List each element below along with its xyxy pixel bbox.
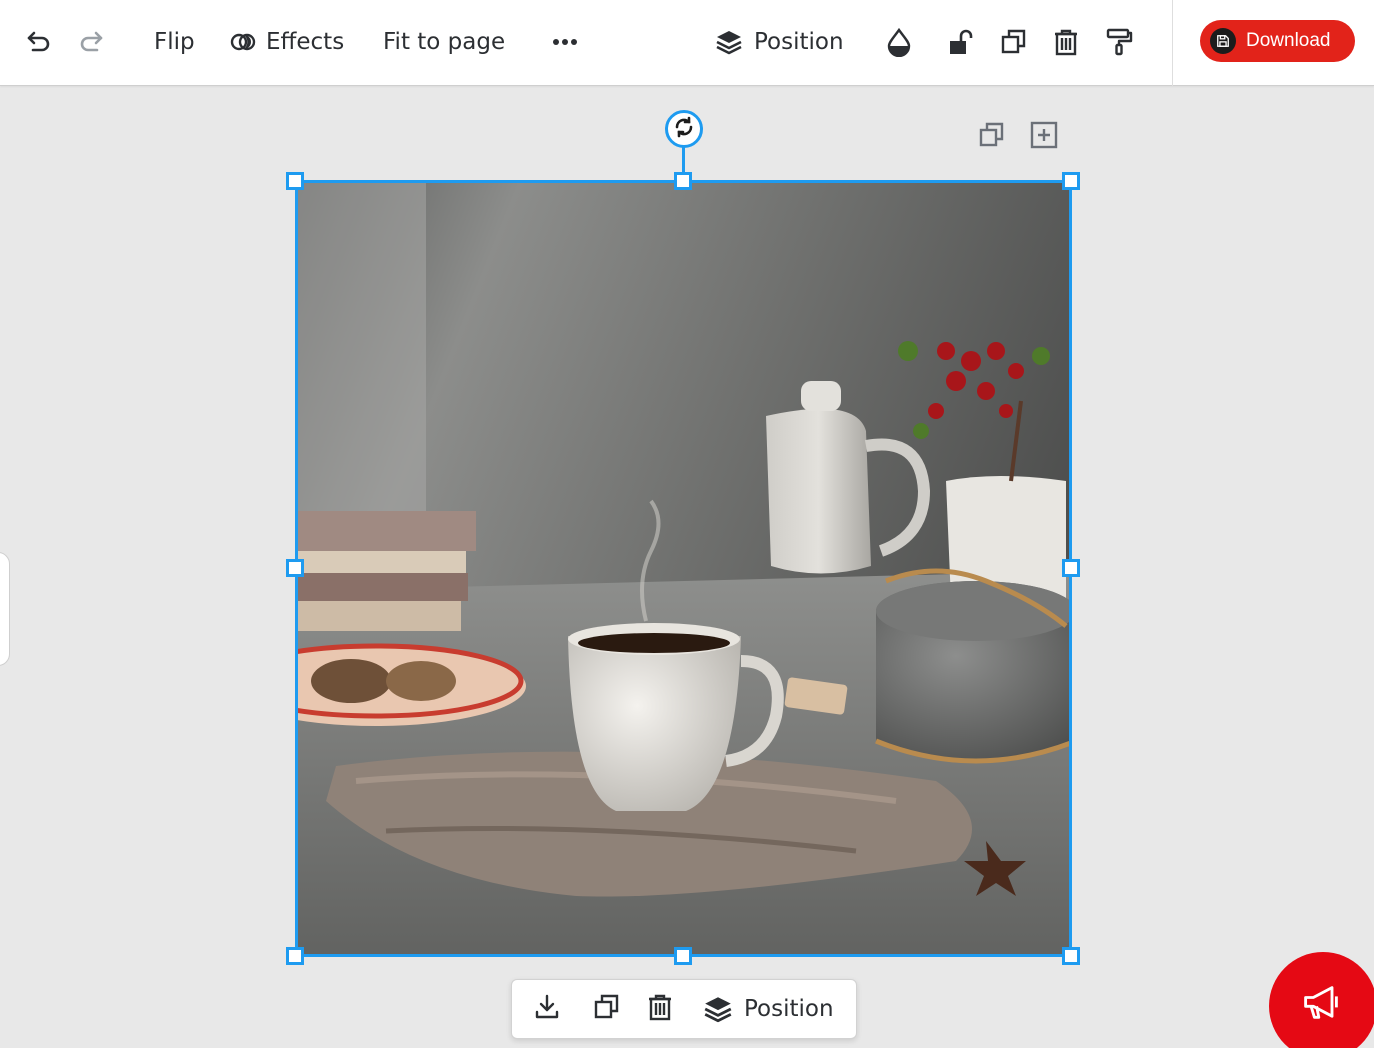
resize-handle-left[interactable]: [286, 559, 304, 577]
unlock-icon: [944, 25, 978, 59]
more-horizontal-icon: [548, 25, 582, 59]
resize-handle-bottom-right[interactable]: [1062, 947, 1080, 965]
duplicate-icon: [997, 25, 1031, 59]
undo-button[interactable]: [22, 0, 56, 84]
ctx-download-button[interactable]: [532, 980, 562, 1038]
duplicate-icon: [977, 120, 1007, 154]
flip-button[interactable]: Flip: [154, 0, 195, 84]
download-button[interactable]: Download: [1200, 20, 1355, 62]
download-label: Download: [1246, 30, 1331, 51]
rotate-handle[interactable]: [665, 110, 703, 148]
add-icon: [1029, 120, 1059, 154]
ctx-position-label: Position: [744, 996, 834, 1022]
add-page-button[interactable]: [1027, 120, 1061, 154]
announcements-button[interactable]: [1269, 952, 1374, 1048]
flip-label: Flip: [154, 29, 195, 55]
layers-icon: [712, 25, 746, 59]
transparency-button[interactable]: [882, 0, 916, 84]
fit-to-page-button[interactable]: Fit to page: [383, 0, 505, 84]
toolbar-divider: [1172, 0, 1173, 86]
ctx-delete-button[interactable]: [645, 980, 675, 1038]
delete-button[interactable]: [1049, 0, 1083, 84]
resize-handle-top[interactable]: [674, 172, 692, 190]
rotate-icon: [672, 115, 696, 143]
resize-handle-bottom[interactable]: [674, 947, 692, 965]
paint-format-button[interactable]: [1102, 0, 1136, 84]
top-toolbar: Flip Effects Fit to page Position Downlo…: [0, 0, 1374, 86]
resize-handle-top-left[interactable]: [286, 172, 304, 190]
fit-to-page-label: Fit to page: [383, 29, 506, 55]
redo-icon: [74, 25, 108, 59]
drop-icon: [882, 25, 916, 59]
resize-handle-right[interactable]: [1062, 559, 1080, 577]
redo-button[interactable]: [74, 0, 108, 84]
layers-icon: [702, 993, 734, 1025]
undo-icon: [22, 25, 56, 59]
coffee-photo: [296, 181, 1071, 956]
effects-icon: [226, 25, 260, 59]
context-toolbar: Position: [511, 979, 857, 1039]
effects-label: Effects: [266, 29, 345, 55]
lock-button[interactable]: [944, 0, 978, 84]
duplicate-button[interactable]: [997, 0, 1031, 84]
position-label: Position: [754, 29, 844, 55]
position-button[interactable]: Position: [712, 0, 844, 84]
effects-button[interactable]: Effects: [226, 0, 344, 84]
download-icon: [532, 992, 562, 1026]
duplicate-icon: [592, 992, 622, 1026]
resize-handle-bottom-left[interactable]: [286, 947, 304, 965]
ctx-duplicate-button[interactable]: [592, 980, 622, 1038]
paint-roller-icon: [1102, 25, 1136, 59]
megaphone-icon: [1299, 981, 1347, 1031]
trash-icon: [645, 992, 675, 1026]
duplicate-page-button[interactable]: [975, 120, 1009, 154]
more-button[interactable]: [548, 0, 582, 84]
side-panel-toggle[interactable]: [0, 552, 10, 666]
resize-handle-top-right[interactable]: [1062, 172, 1080, 190]
ctx-position-button[interactable]: Position: [702, 980, 834, 1038]
trash-icon: [1049, 25, 1083, 59]
selected-image[interactable]: [296, 181, 1071, 956]
save-icon: [1210, 28, 1236, 54]
